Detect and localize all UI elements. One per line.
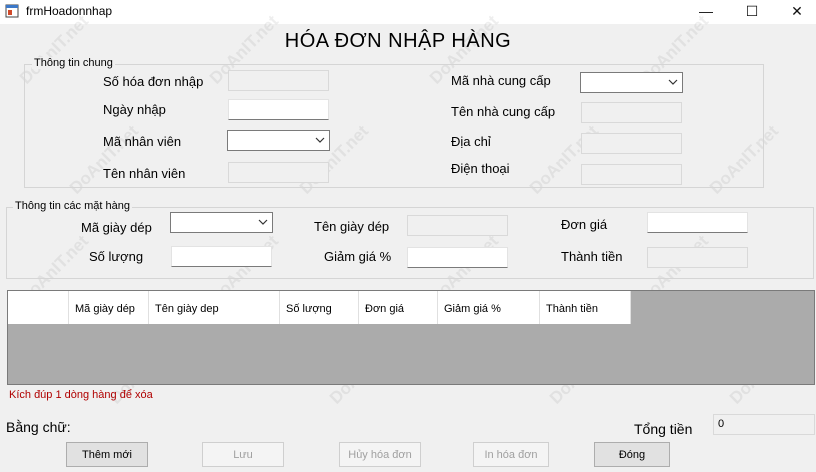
column-header-giam-gia[interactable]: Giảm giá %	[438, 291, 540, 324]
them-moi-button[interactable]: Thêm mới	[66, 442, 148, 467]
chevron-down-icon	[315, 137, 325, 143]
grid-header: Mã giày dép Tên giày dep Số lượng Đơn gi…	[8, 291, 631, 324]
general-info-group-label: Thông tin chung	[32, 57, 115, 69]
chevron-down-icon	[668, 79, 678, 85]
chevron-down-icon	[258, 219, 268, 225]
dien-thoai-field[interactable]	[581, 164, 682, 185]
don-gia-label: Đơn giá	[561, 217, 608, 232]
ten-nhan-vien-label: Tên nhân viên	[103, 166, 186, 181]
ma-giay-combo[interactable]	[170, 212, 273, 233]
ma-nhan-vien-label: Mã nhân viên	[103, 134, 182, 149]
window-title: frmHoadonnhap	[26, 4, 113, 18]
luu-button[interactable]: Lưu	[202, 442, 284, 467]
ma-ncc-combo[interactable]	[580, 72, 683, 93]
ngay-nhap-label: Ngày nhập	[103, 102, 166, 117]
title-bar: frmHoadonnhap — ☐ ✕	[0, 0, 816, 24]
column-header-thanh-tien[interactable]: Thành tiền	[540, 291, 631, 324]
dia-chi-label: Địa chỉ	[451, 134, 491, 149]
ten-ncc-label: Tên nhà cung cấp	[451, 104, 556, 119]
ngay-nhap-field[interactable]	[228, 99, 329, 120]
dong-button[interactable]: Đóng	[594, 442, 670, 467]
tong-tien-field[interactable]: 0	[713, 414, 815, 435]
column-header-don-gia[interactable]: Đơn giá	[359, 291, 438, 324]
app-icon	[5, 4, 19, 18]
so-luong-label: Số lượng	[89, 249, 144, 264]
delete-hint: Kích đúp 1 dòng hàng để xóa	[9, 389, 153, 401]
so-hoa-don-field[interactable]	[228, 70, 329, 91]
tong-tien-label: Tổng tiền	[634, 421, 693, 437]
so-hoa-don-label: Số hóa đơn nhập	[103, 74, 204, 89]
thanh-tien-label: Thành tiền	[561, 249, 623, 264]
giam-gia-field[interactable]	[407, 247, 508, 268]
minimize-button[interactable]: —	[686, 0, 726, 22]
giam-gia-label: Giảm giá %	[324, 249, 392, 264]
bang-chu-label: Bằng chữ:	[6, 419, 71, 435]
dien-thoai-label: Điện thoại	[451, 161, 510, 176]
maximize-button[interactable]: ☐	[732, 0, 772, 22]
column-header-so-luong[interactable]: Số lượng	[280, 291, 359, 324]
don-gia-field[interactable]	[647, 212, 748, 233]
page-title: HÓA ĐƠN NHẬP HÀNG	[284, 30, 512, 52]
column-header-ten-giay[interactable]: Tên giày dep	[149, 291, 280, 324]
ma-nhan-vien-combo[interactable]	[227, 130, 330, 151]
in-hoa-don-button[interactable]: In hóa đơn	[473, 442, 549, 467]
ten-giay-field[interactable]	[407, 215, 508, 236]
dia-chi-field[interactable]	[581, 133, 682, 154]
items-info-group-label: Thông tin các mặt hàng	[13, 200, 132, 212]
ma-giay-label: Mã giày dép	[81, 220, 152, 235]
row-header-corner	[8, 291, 69, 324]
thanh-tien-field[interactable]	[647, 247, 748, 268]
column-header-ma-giay[interactable]: Mã giày dép	[69, 291, 149, 324]
so-luong-field[interactable]	[171, 246, 272, 267]
ten-giay-label: Tên giày dép	[314, 219, 390, 234]
close-button[interactable]: ✕	[777, 0, 816, 22]
huy-hoa-don-button[interactable]: Hủy hóa đơn	[339, 442, 421, 467]
items-grid[interactable]: Mã giày dép Tên giày dep Số lượng Đơn gi…	[7, 290, 815, 385]
ma-ncc-label: Mã nhà cung cấp	[451, 73, 551, 88]
ten-nhan-vien-field[interactable]	[228, 162, 329, 183]
ten-ncc-field[interactable]	[581, 102, 682, 123]
